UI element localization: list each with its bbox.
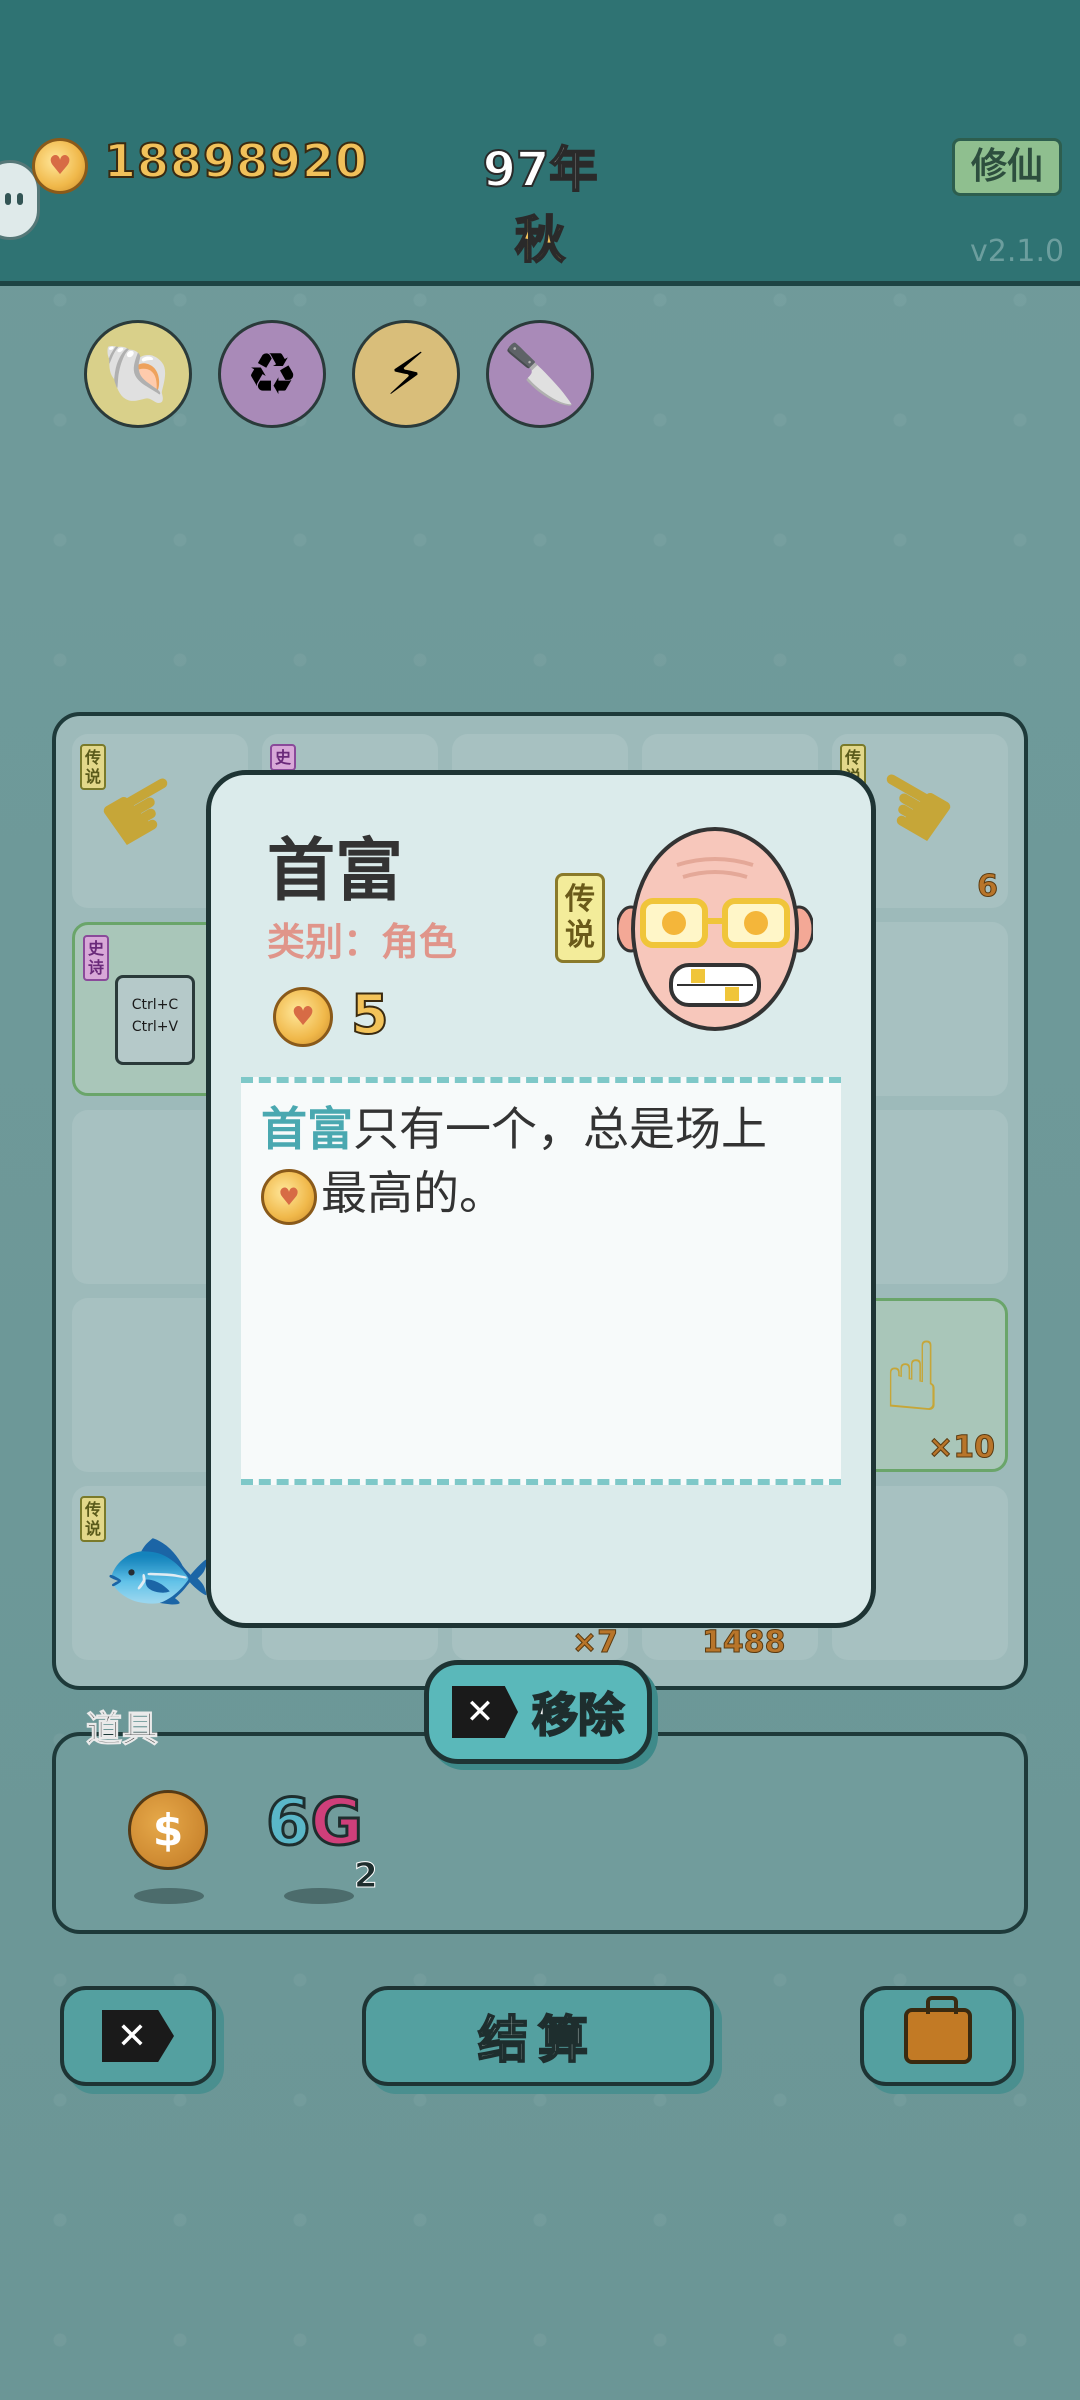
card-description: 首富只有一个，总是场上 ♥ 最高的。 [241, 1077, 841, 1485]
koi-fish-icon: 🐟 [102, 1516, 215, 1621]
description-line-1: 首富只有一个，总是场上 [261, 1097, 821, 1161]
remove-icon: ✕ [452, 1686, 518, 1738]
description-line-2: ♥ 最高的。 [261, 1161, 821, 1225]
item-count: 1488 [702, 1625, 786, 1661]
description-text: 最高的。 [321, 1166, 505, 1220]
item-count: 6 [977, 869, 999, 905]
xiuxian-button[interactable]: 修仙 [952, 138, 1062, 196]
card-category: 类别：角色 [267, 920, 458, 964]
sixg-six: 6 [265, 1785, 313, 1862]
coin-icon: ♥ [32, 138, 88, 194]
richest-man-portrait [617, 827, 813, 1031]
item-count: ×7 [571, 1625, 618, 1661]
money-counter: 18898920 [103, 133, 369, 189]
card-value: 5 [350, 982, 390, 1047]
version-label: v2.1.0 [970, 234, 1065, 269]
briefcase-icon [904, 1996, 972, 2064]
exit-button[interactable]: ✕ [60, 1986, 216, 2086]
item-shadow [284, 1888, 354, 1904]
ctrl-c-label: Ctrl+C [131, 997, 179, 1013]
ctrl-copy-card: Ctrl+C Ctrl+V [115, 975, 195, 1065]
dollar-coin-icon[interactable]: $ [128, 1790, 208, 1870]
settle-button[interactable]: 结算 [362, 1986, 714, 2086]
item-count: 2 [354, 1856, 379, 1897]
shell-icon[interactable]: 🐚 [84, 320, 192, 428]
season-label: 秋 [514, 210, 566, 270]
year-label: 97年 [482, 141, 599, 199]
coin-icon: ♥ [261, 1168, 317, 1225]
exit-icon: ✕ [102, 2010, 174, 2062]
recycle-icon[interactable]: ♻ [218, 320, 326, 428]
top-bar: ♥ 18898920 97年 秋 修仙 v2.1.0 [0, 0, 1080, 286]
remove-label: 移除 [531, 1687, 625, 1743]
inventory-button[interactable] [860, 1986, 1016, 2086]
lightning-icon[interactable]: ⚡ [352, 320, 460, 428]
card-title: 首富 [267, 832, 404, 911]
item-shadow [134, 1888, 204, 1904]
item-count: ×10 [928, 1430, 996, 1466]
remove-button[interactable]: ✕ 移除 [424, 1660, 652, 1764]
cleaver-icon[interactable]: 🔪 [486, 320, 594, 428]
description-highlight: 首富 [261, 1102, 353, 1156]
rarity-tag: 史 [270, 744, 296, 771]
sixg-item-icon[interactable]: 6G [265, 1785, 365, 1862]
sixg-g: G [309, 1785, 365, 1862]
ctrl-v-label: Ctrl+V [131, 1019, 179, 1035]
card-detail-modal: 首富 类别：角色 ♥ 5 传说 首富只有一个，总是场上 ♥ 最高的。 [206, 770, 876, 1628]
description-text: 只有一个，总是场上 [353, 1102, 767, 1156]
pointer-finger-icon: ☝ [883, 1321, 942, 1433]
items-label: 道具 [85, 1709, 159, 1751]
coin-icon: ♥ [273, 987, 333, 1047]
rarity-tag: 传说 [555, 873, 605, 963]
rarity-tag: 史诗 [83, 935, 109, 981]
